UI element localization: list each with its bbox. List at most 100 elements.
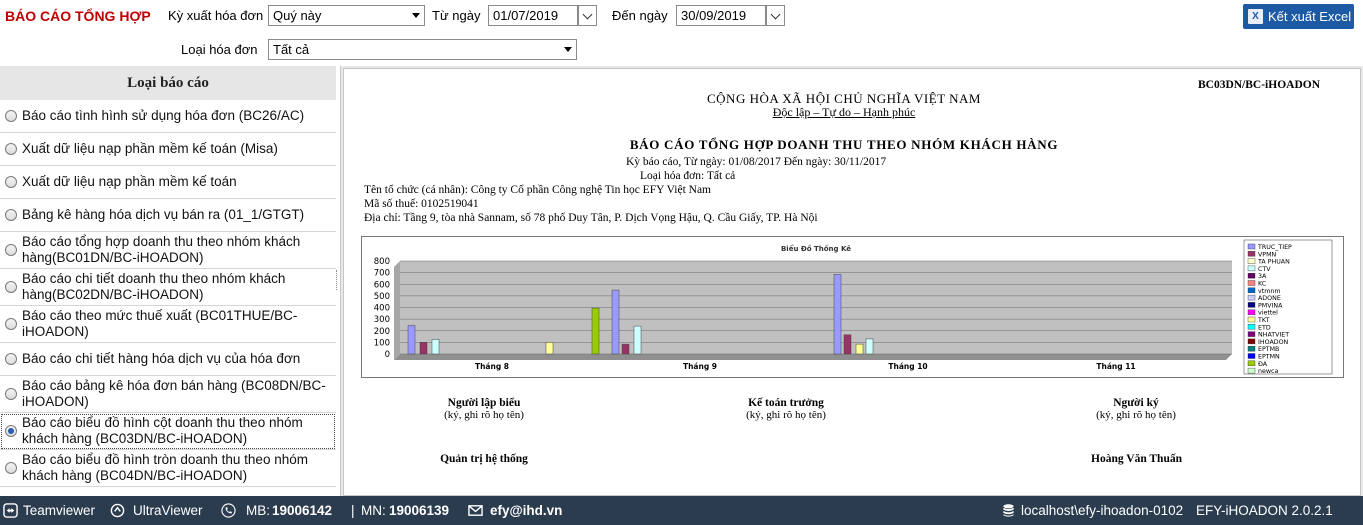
legend-label: PMVINA — [1258, 302, 1283, 309]
server-connection: localhost\efy-ihoadon-0102 — [1021, 503, 1184, 518]
invoice-type-select[interactable]: Tất cả — [268, 39, 577, 60]
radio-button-selected[interactable] — [5, 425, 17, 437]
report-option-label: Xuất dữ liệu nạp phần mềm kế toán (Misa) — [22, 141, 278, 156]
report-option-label: Báo cáo tình hình sử dụng hóa đơn (BC26/… — [22, 108, 305, 123]
period-select-value: Quý này — [273, 8, 322, 23]
legend-label: TA PHUAN — [1257, 259, 1290, 266]
signer-name: Hoàng Văn Thuấn — [1091, 453, 1182, 465]
excel-icon: X — [1248, 9, 1263, 24]
chart-bar — [833, 274, 842, 355]
y-tick-label: 500 — [374, 292, 390, 302]
phone-icon — [221, 503, 236, 518]
radio-button[interactable] — [5, 244, 17, 256]
to-date-input[interactable]: 30/09/2019 — [676, 5, 766, 26]
chart-bar — [545, 342, 554, 355]
legend-swatch — [1247, 273, 1256, 279]
legend-swatch — [1247, 309, 1256, 315]
legend-label: 3A — [1258, 273, 1267, 280]
support-email[interactable]: efy@ihd.vn — [490, 496, 562, 525]
hotline-mn-label: MN: — [361, 503, 386, 518]
radio-button[interactable] — [5, 462, 17, 474]
legend-swatch — [1247, 280, 1256, 286]
y-tick-label: 700 — [374, 269, 390, 279]
legend-swatch — [1247, 324, 1256, 330]
legend-swatch — [1247, 251, 1256, 257]
from-date-input[interactable]: 01/07/2019 — [488, 5, 578, 26]
to-date-picker-button[interactable] — [766, 5, 785, 26]
radio-button[interactable] — [5, 176, 17, 188]
hotline-mb-label: MB: — [246, 503, 271, 518]
org-name: Tên tổ chức (cá nhân): Công ty Cổ phần C… — [364, 184, 711, 196]
report-option-bc01dn[interactable]: Báo cáo tổng hợp doanh thu theo nhóm khá… — [0, 232, 336, 269]
report-option-bc08dn[interactable]: Báo cáo bảng kê hóa đơn bán hàng (BC08DN… — [0, 376, 336, 413]
period-select[interactable]: Quý này — [268, 5, 425, 26]
legend-swatch — [1247, 287, 1256, 293]
legend-label: vtmnm — [1258, 288, 1280, 295]
legend-label: newca — [1258, 368, 1278, 375]
radio-button[interactable] — [5, 281, 17, 293]
report-option-label: Báo cáo biểu đồ hình cột doanh thu theo … — [22, 415, 303, 446]
radio-button[interactable] — [5, 110, 17, 122]
radio-button[interactable] — [5, 353, 17, 365]
email-icon — [468, 505, 483, 516]
period-label: Kỳ xuất hóa đơn — [168, 8, 264, 23]
y-tick-label: 100 — [374, 338, 390, 348]
chart-bar — [621, 343, 630, 355]
x-tick-label: Tháng 11 — [1096, 362, 1135, 371]
teamviewer-link[interactable]: Teamviewer — [23, 496, 95, 525]
y-tick-label: 200 — [374, 327, 390, 337]
status-bar: Teamviewer UltraViewer MB: 19006142 | MN… — [0, 496, 1363, 525]
report-option-label: Xuất dữ liệu nạp phần mềm kế toán — [22, 174, 237, 189]
radio-button[interactable] — [5, 209, 17, 221]
report-period: Kỳ báo cáo, Từ ngày: 01/08/2017 Đến ngày… — [626, 156, 887, 168]
signer-title: Người ký — [1113, 397, 1159, 409]
report-option-label: Báo cáo theo mức thuế xuất (BC01THUE/BC-… — [22, 308, 298, 339]
revenue-bar-chart: Biểu Đồ Thống Kê 0 100 200 300 400 500 600 700 80… — [361, 236, 1344, 378]
export-excel-button[interactable]: X Kết xuất Excel — [1243, 4, 1354, 29]
legend-swatch — [1247, 367, 1256, 374]
radio-button[interactable] — [5, 388, 17, 400]
teamviewer-icon — [3, 503, 18, 518]
report-option-bc01thue[interactable]: Báo cáo theo mức thuế xuất (BC01THUE/BC-… — [0, 306, 336, 343]
chart-bar — [419, 342, 428, 355]
report-option-misa-export[interactable]: Xuất dữ liệu nạp phần mềm kế toán (Misa) — [0, 133, 336, 166]
panel-splitter-handle[interactable] — [336, 270, 338, 290]
report-option-bc26[interactable]: Báo cáo tình hình sử dụng hóa đơn (BC26/… — [0, 100, 336, 133]
legend-swatch — [1247, 360, 1256, 367]
legend-label: VPMN — [1258, 251, 1277, 258]
legend-swatch — [1247, 265, 1256, 272]
report-option-accounting-export[interactable]: Xuất dữ liệu nạp phần mềm kế toán — [0, 166, 336, 199]
report-option-invoice-detail[interactable]: Báo cáo chi tiết hàng hóa dịch vụ của hó… — [0, 343, 336, 376]
legend-label: ETD — [1258, 324, 1271, 331]
report-type-header: Loại báo cáo — [0, 66, 336, 100]
legend-swatch — [1247, 353, 1256, 359]
preparer-note: (ký, ghi rõ họ tên) — [444, 409, 524, 421]
report-option-gtgt[interactable]: Bảng kê hàng hóa dịch vụ bán ra (01_1/GT… — [0, 199, 336, 232]
report-option-bc03dn[interactable]: Báo cáo biểu đồ hình cột doanh thu theo … — [0, 413, 336, 450]
chart-floor — [394, 354, 1232, 360]
chevron-down-icon — [770, 9, 781, 20]
report-viewer[interactable]: BC03DN/BC-iHOADON CỘNG HÒA XÃ HỘI CHỦ NG… — [340, 66, 1363, 496]
legend-swatch — [1247, 294, 1256, 301]
radio-button[interactable] — [5, 318, 17, 330]
chart-title: Biểu Đồ Thống Kê — [781, 244, 851, 253]
from-date-label: Từ ngày — [432, 8, 481, 23]
report-title: BÁO CÁO TỔNG HỢP DOANH THU THEO NHÓM KHÁ… — [629, 137, 1059, 152]
report-option-bc02dn[interactable]: Báo cáo chi tiết doanh thu theo nhóm khá… — [0, 269, 336, 306]
chart-canvas: Biểu Đồ Thống Kê 0 100200 300400 500 600700 80… — [374, 239, 1333, 375]
legend-swatch — [1247, 338, 1256, 345]
chart-bar — [611, 289, 620, 355]
from-date-picker-button[interactable] — [578, 5, 597, 26]
y-tick-label: 800 — [374, 257, 390, 267]
report-option-bc04dn[interactable]: Báo cáo biểu đồ hình tròn doanh thu theo… — [0, 450, 336, 487]
radio-button[interactable] — [5, 143, 17, 155]
legend-swatch — [1247, 258, 1256, 264]
x-tick-label: Tháng 9 — [683, 362, 717, 371]
chart-bar — [633, 325, 642, 355]
report-type-panel: Loại báo cáo Báo cáo tình hình sử dụng h… — [0, 66, 336, 496]
y-tick-label: 600 — [374, 280, 390, 290]
ultraviewer-link[interactable]: UltraViewer — [133, 496, 203, 525]
signer-note: (ký, ghi rõ họ tên) — [1096, 409, 1176, 421]
chart-bar — [843, 334, 852, 355]
chart-bar — [407, 325, 416, 355]
